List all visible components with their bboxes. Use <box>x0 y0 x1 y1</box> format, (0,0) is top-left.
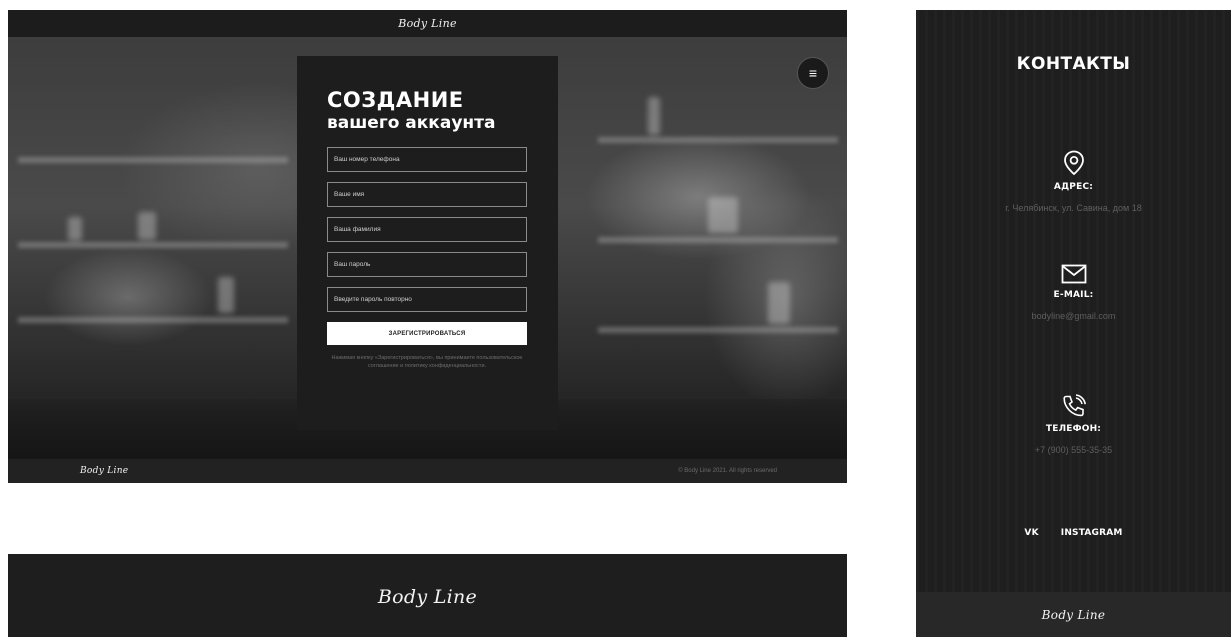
contacts-background <box>916 10 1231 637</box>
bottle-shape <box>768 282 790 324</box>
password-repeat-input[interactable] <box>327 287 527 312</box>
agreement-note: Нажимая кнопку «Зарегистрироваться», вы … <box>331 355 523 369</box>
form-title: СОЗДАНИЕ <box>327 88 464 112</box>
instagram-link[interactable]: INSTAGRAM <box>1061 528 1123 538</box>
registration-page: Body Line ≡ СОЗДАНИЕ вашего аккаунта Ваш… <box>8 10 847 483</box>
phone-value[interactable]: +7 (900) 555-35-35 <box>916 445 1231 455</box>
shelf-shape <box>18 157 288 163</box>
first-name-input[interactable] <box>327 182 527 207</box>
envelope-icon <box>1061 264 1086 284</box>
social-links: VK INSTAGRAM <box>916 528 1231 538</box>
registration-form: СОЗДАНИЕ вашего аккаунта ЗАРЕГИСТРИРОВАТ… <box>297 56 558 430</box>
footer-logo[interactable]: Body Line <box>80 466 128 476</box>
phone-icon <box>1062 394 1086 417</box>
shelf-shape <box>18 242 288 248</box>
bottle-shape <box>218 277 234 313</box>
contacts-title: КОНТАКТЫ <box>1016 54 1131 74</box>
vk-link[interactable]: VK <box>1024 528 1038 538</box>
address-label: АДРЕС: <box>1053 182 1094 192</box>
contacts-footer: Body Line <box>916 592 1231 637</box>
page-footer: Body Line © Body Line 2021. All rights r… <box>8 459 847 483</box>
shelf-shape <box>598 237 838 243</box>
phone-label: ТЕЛЕФОН: <box>1045 424 1102 434</box>
contacts-footer-logo[interactable]: Body Line <box>1042 608 1106 622</box>
email-block: E-MAIL: bodyline@gmail.com <box>916 264 1231 321</box>
shelf-shape <box>598 137 838 143</box>
form-subtitle: вашего аккаунта <box>327 113 496 133</box>
email-value[interactable]: bodyline@gmail.com <box>916 311 1231 321</box>
hamburger-icon: ≡ <box>808 65 818 81</box>
screenshot-canvas: Body Line ≡ СОЗДАНИЕ вашего аккаунта Ваш… <box>0 0 1231 637</box>
phone-input[interactable] <box>327 147 527 172</box>
shelf-shape <box>18 317 288 323</box>
menu-button[interactable]: ≡ <box>797 57 829 89</box>
bottle-shape <box>708 197 738 233</box>
contacts-page: КОНТАКТЫ АДРЕС: г. Челябинск, ул. Савина… <box>916 10 1231 637</box>
address-block: АДРЕС: г. Челябинск, ул. Савина, дом 18 <box>916 150 1231 213</box>
header-preview: Body Line <box>8 554 847 637</box>
phone-block: ТЕЛЕФОН: +7 (900) 555-35-35 <box>916 394 1231 455</box>
brand-logo[interactable]: Body Line <box>398 17 457 30</box>
copyright-text: © Body Line 2021. All rights reserved <box>678 468 777 474</box>
register-button[interactable]: ЗАРЕГИСТРИРОВАТЬСЯ <box>327 322 527 345</box>
shelf-shape <box>598 327 838 333</box>
bottle-shape <box>68 217 82 241</box>
address-value: г. Челябинск, ул. Савина, дом 18 <box>1005 203 1142 213</box>
top-bar: Body Line <box>8 10 847 37</box>
email-label: E-MAIL: <box>1053 290 1094 300</box>
location-pin-icon <box>1063 150 1084 176</box>
password-input[interactable] <box>327 252 527 277</box>
bottle-shape <box>648 97 660 135</box>
last-name-input[interactable] <box>327 217 527 242</box>
bottle-shape <box>138 212 156 240</box>
header-logo[interactable]: Body Line <box>378 586 477 637</box>
